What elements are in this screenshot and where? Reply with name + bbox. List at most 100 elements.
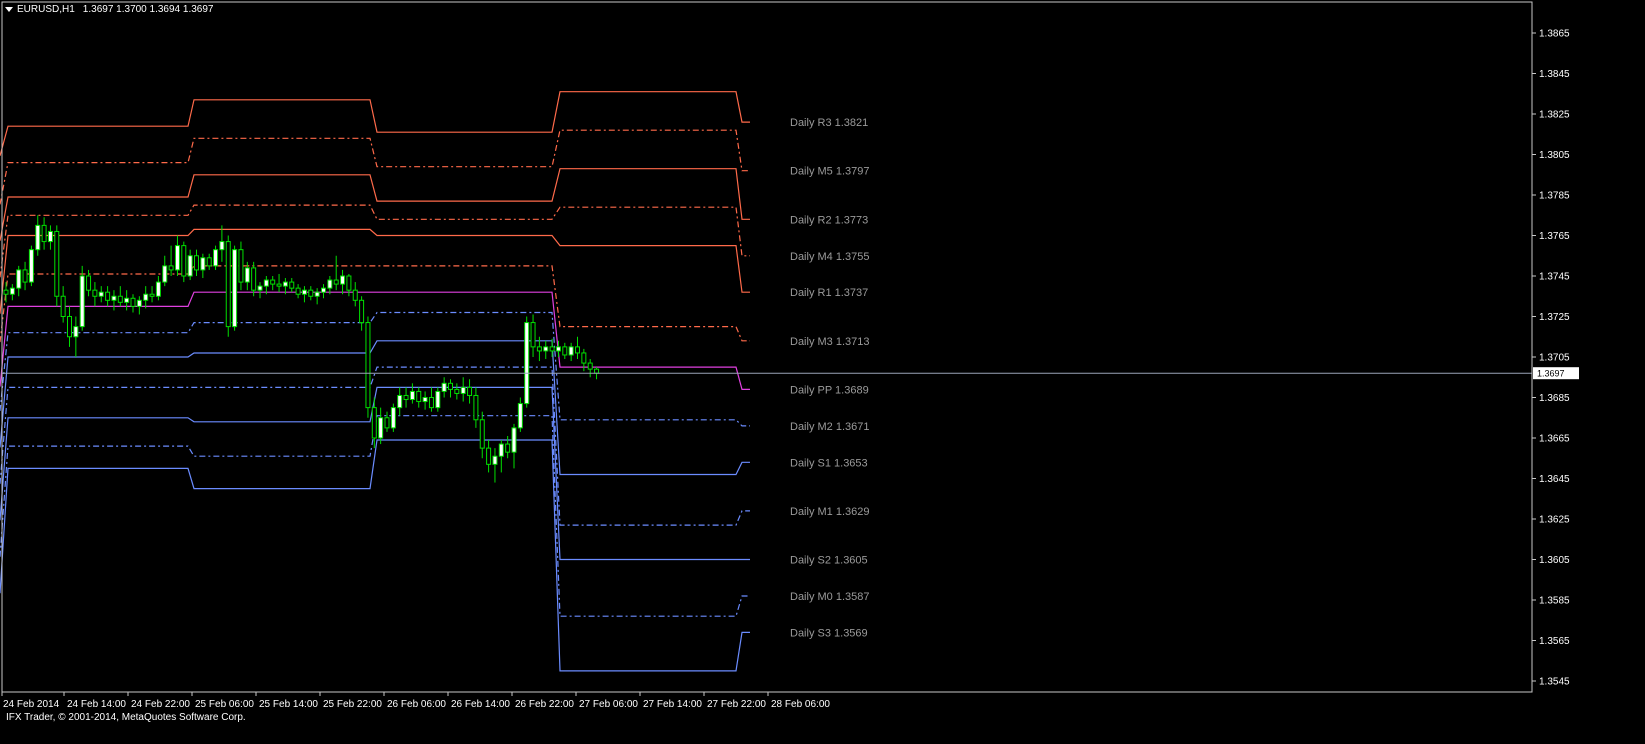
price-tick-label: 1.3725 <box>1539 312 1570 323</box>
candle-body <box>35 224 41 251</box>
time-tick-label: 27 Feb 14:00 <box>643 699 702 710</box>
candle-body <box>390 407 396 429</box>
candle-body <box>276 283 282 287</box>
level-label-daily-m5: Daily M5 1.3797 <box>790 166 870 178</box>
chart-frame <box>1 1 1533 693</box>
candle-body <box>511 427 517 453</box>
candle-body <box>359 299 365 324</box>
candle-body <box>238 249 244 283</box>
candle-body <box>473 394 479 421</box>
level-label-daily-s3: Daily S3 1.3569 <box>790 627 868 639</box>
candle-body <box>251 267 257 291</box>
candle-body <box>549 346 555 352</box>
time-tick-label: 25 Feb 06:00 <box>195 699 254 710</box>
candle-body <box>54 230 60 297</box>
level-label-daily-s1: Daily S1 1.3653 <box>790 457 868 469</box>
candle-body <box>244 267 250 283</box>
price-tick-label: 1.3665 <box>1539 434 1570 445</box>
chart-title-bar: EURUSD,H1 1.3697 1.3700 1.3694 1.3697 <box>5 4 213 15</box>
time-tick-label: 28 Feb 06:00 <box>771 699 830 710</box>
candle-body <box>136 299 142 307</box>
price-scale[interactable]: 1.3865 1.3845 1.3825 1.3805 1.3785 1.3765 1.37… <box>1532 29 1579 688</box>
candle-body <box>79 275 85 328</box>
candle-body <box>314 291 320 297</box>
candle-body <box>555 346 561 352</box>
candle-body <box>562 346 568 356</box>
time-tick-label: 24 Feb 14:00 <box>67 699 126 710</box>
candle-body <box>587 362 593 370</box>
candle-body <box>174 245 180 271</box>
candle-body <box>397 394 403 409</box>
candle-body <box>22 269 28 283</box>
level-line-daily-pp <box>0 291 750 390</box>
candle-body <box>143 293 149 301</box>
candle-body <box>384 417 390 429</box>
candle-body <box>263 279 269 287</box>
candle-body <box>498 443 504 457</box>
level-label-daily-pp: Daily PP 1.3689 <box>790 384 869 396</box>
candle-body <box>467 386 473 396</box>
candle-body <box>543 346 549 352</box>
candle-body <box>403 394 409 401</box>
candle-body <box>295 287 301 295</box>
chart-window[interactable]: Daily R3 1.3821 Daily M5 1.3797 Daily R2 1… <box>0 0 1645 744</box>
time-tick-label: 26 Feb 22:00 <box>515 699 574 710</box>
level-line-daily-m0 <box>0 415 750 617</box>
candle-body <box>257 285 263 291</box>
bid-price-tag-label: 1.3697 <box>1537 369 1565 379</box>
candle-body <box>333 279 339 285</box>
candle-body <box>105 291 111 301</box>
price-tick-label: 1.3765 <box>1539 231 1570 242</box>
candle-body <box>486 447 492 465</box>
time-tick-label: 25 Feb 14:00 <box>259 699 318 710</box>
candle-body <box>194 255 199 271</box>
chart-menu-arrow-icon[interactable] <box>5 7 13 12</box>
price-chart[interactable]: Daily R3 1.3821 Daily M5 1.3797 Daily R2 1… <box>0 0 1645 744</box>
candle-body <box>416 390 422 403</box>
candle-body <box>270 279 276 285</box>
candle-body <box>352 289 358 301</box>
candle-body <box>505 443 511 453</box>
level-label-daily-r1: Daily R1 1.3737 <box>790 287 868 299</box>
time-scale[interactable]: 24 Feb 2014 24 Feb 14:00 24 Feb 22:00 25 Fe… <box>1 692 830 710</box>
candle-body <box>568 346 574 356</box>
candle-body <box>448 382 453 390</box>
time-tick-label: 24 Feb 22:00 <box>131 699 190 710</box>
level-line-daily-r3 <box>0 91 750 156</box>
level-label-daily-m3: Daily M3 1.3713 <box>790 336 870 348</box>
candle-body <box>308 289 314 297</box>
candle-body <box>111 295 117 301</box>
price-tick-label: 1.3745 <box>1539 272 1570 283</box>
candle-body <box>86 275 92 291</box>
candle-body <box>524 322 530 405</box>
candle-body <box>124 297 130 303</box>
candle-body <box>149 293 155 297</box>
price-tick-label: 1.3565 <box>1539 636 1570 647</box>
candle-body <box>155 281 161 297</box>
candle-body <box>301 289 307 295</box>
candle-body <box>517 403 523 429</box>
candle-body <box>60 295 66 317</box>
candle-body <box>327 279 333 289</box>
candle-body <box>213 249 219 267</box>
candle-body <box>378 417 384 439</box>
candle-body <box>16 269 22 289</box>
candle-body <box>536 346 542 352</box>
candle-body <box>225 241 231 328</box>
price-tick-label: 1.3845 <box>1539 69 1570 80</box>
price-tick-label: 1.3825 <box>1539 110 1570 121</box>
candle-body <box>9 287 15 295</box>
candle-body <box>346 275 352 291</box>
level-labels: Daily R3 1.3821 Daily M5 1.3797 Daily R2 1… <box>790 117 870 639</box>
symbol-title: EURUSD,H1 <box>17 4 75 15</box>
level-label-daily-r3: Daily R3 1.3821 <box>790 117 868 129</box>
candle-body <box>92 289 98 297</box>
time-tick-label: 24 Feb 2014 <box>3 699 60 710</box>
candle-body <box>371 407 377 439</box>
candle-body <box>41 224 47 243</box>
price-tick-label: 1.3585 <box>1539 596 1570 607</box>
candle-body <box>47 230 53 243</box>
candle-body <box>289 281 295 289</box>
level-label-daily-m0: Daily M0 1.3587 <box>790 591 870 603</box>
level-label-daily-r2: Daily R2 1.3773 <box>790 214 868 226</box>
